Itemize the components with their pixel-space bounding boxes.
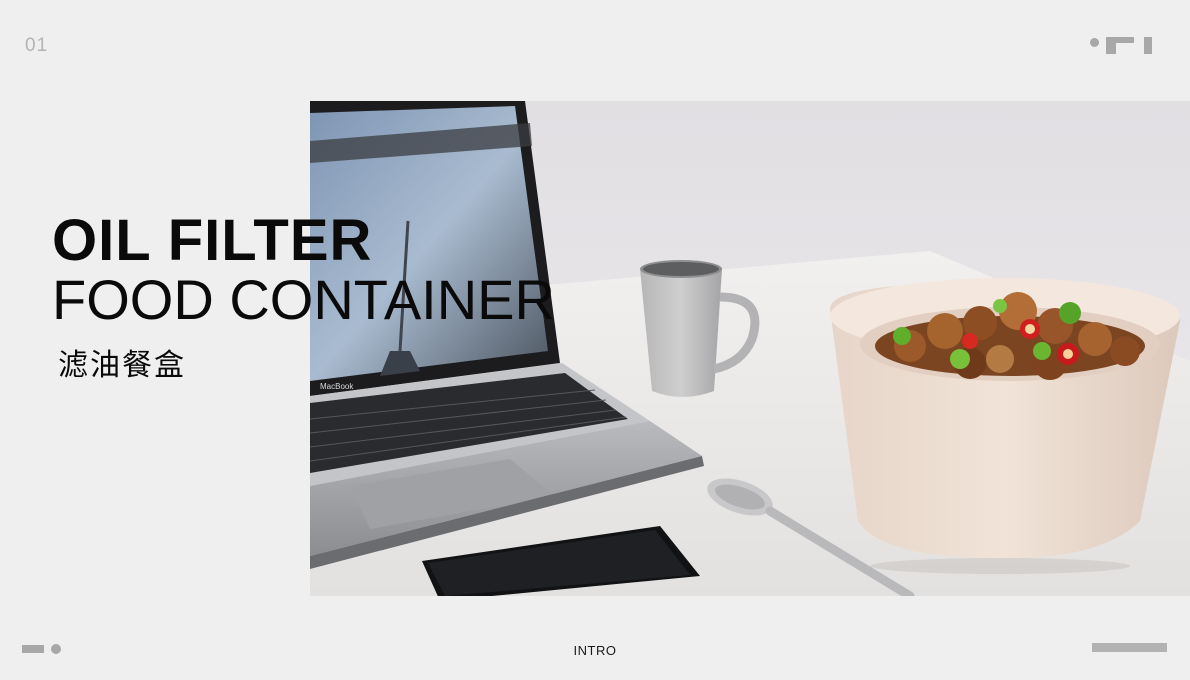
decoration-bar-bottom-right — [1092, 643, 1167, 652]
title-line-2: FOOD CONTAINER — [52, 268, 555, 331]
decoration-bar — [1106, 37, 1116, 54]
title-line-1: OIL FILTER — [52, 208, 373, 273]
page-number: 01 — [25, 35, 49, 56]
decoration-dot — [1090, 38, 1099, 47]
corner-decoration-top-right — [1090, 36, 1160, 56]
decoration-bar — [1144, 37, 1152, 54]
title-chinese: 滤油餐盒 — [58, 348, 186, 383]
title-block: OIL FILTER FOOD CONTAINER 滤油餐盒 — [52, 210, 555, 384]
footer-section-label: INTRO — [573, 643, 617, 658]
